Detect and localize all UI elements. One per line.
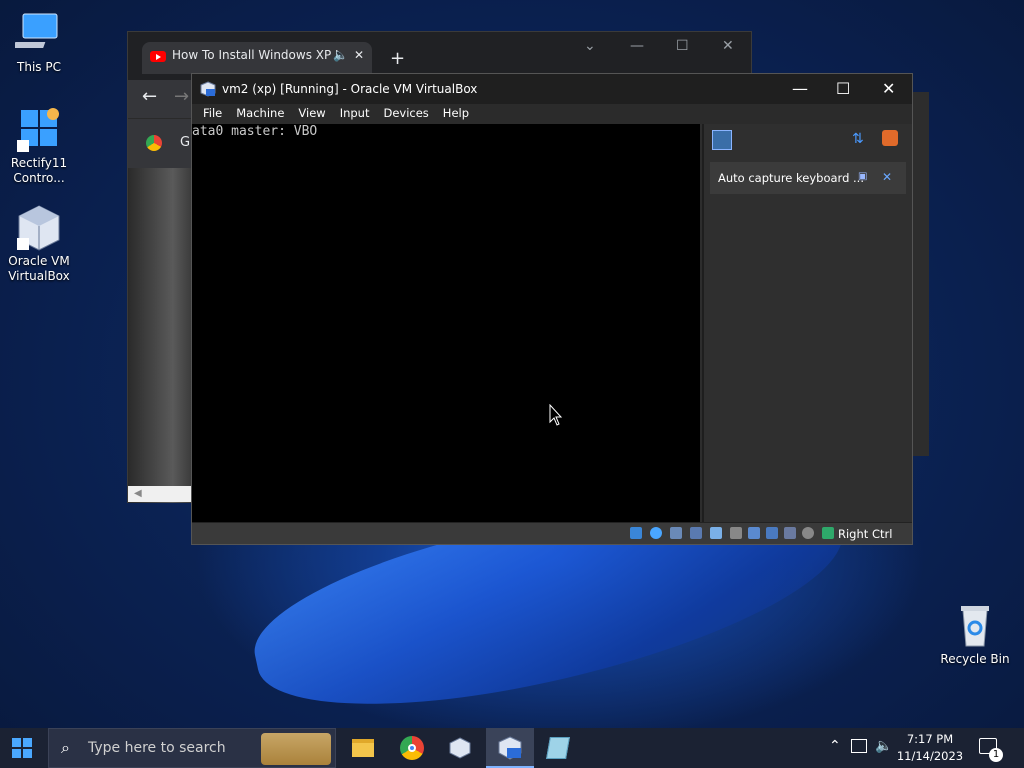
desktop-icon-label: Recycle Bin	[940, 652, 1010, 666]
menu-bar: File Machine View Input Devices Help	[192, 104, 912, 124]
hard-disk-icon[interactable]	[630, 527, 642, 539]
taskbar-chrome[interactable]	[388, 728, 436, 768]
taskbar-notepad[interactable]	[534, 728, 582, 768]
recording-icon[interactable]	[766, 527, 778, 539]
start-button[interactable]	[12, 738, 32, 758]
maximize-icon[interactable]: ☐	[836, 79, 850, 98]
optical-drive-icon[interactable]	[650, 527, 662, 539]
keyboard-capture-icon[interactable]	[822, 527, 834, 539]
chrome-tab-title: How To Install Windows XP I	[172, 48, 339, 62]
chrome-icon	[146, 135, 162, 151]
network-icon[interactable]	[851, 739, 867, 753]
monitor-icon	[13, 10, 63, 58]
close-tab-icon[interactable]: ✕	[354, 48, 364, 62]
recycle-bin-icon	[951, 602, 999, 650]
minimize-icon[interactable]: —	[630, 38, 644, 54]
desktop-icon-rectify11[interactable]: Rectify11 Contro...	[3, 106, 75, 186]
virtualbox-vm-window[interactable]: vm2 (xp) [Running] - Oracle VM VirtualBo…	[191, 73, 913, 545]
folder-icon	[352, 739, 374, 757]
taskbar-vm-window[interactable]	[486, 728, 534, 768]
display-icon[interactable]	[748, 527, 760, 539]
taskbar-virtualbox-manager[interactable]	[436, 728, 484, 768]
virtualbox-xp-icon	[498, 736, 522, 763]
menu-input[interactable]: Input	[333, 104, 377, 124]
taskbar: ⌕ Type here to search ⌃ 🔈 7:17 PM 11/14/…	[0, 728, 1024, 768]
notification-count-badge: 1	[989, 748, 1003, 762]
background-window-scrollbar[interactable]	[913, 92, 929, 456]
chevron-down-icon[interactable]: ⌄	[584, 38, 596, 54]
desktop-icon-label: This PC	[17, 60, 61, 74]
desktop-icon-this-pc[interactable]: This PC	[3, 10, 75, 75]
audio-icon: 🔈	[333, 48, 348, 62]
menu-machine[interactable]: Machine	[229, 104, 291, 124]
window-title: vm2 (xp) [Running] - Oracle VM VirtualBo…	[222, 82, 478, 96]
vt-x-icon[interactable]	[784, 527, 796, 539]
menu-view[interactable]: View	[291, 104, 332, 124]
search-icon: ⌕	[61, 738, 70, 757]
horizontal-scrollbar[interactable]: ◀	[128, 486, 192, 502]
menu-file[interactable]: File	[196, 104, 229, 124]
network-icon[interactable]	[690, 527, 702, 539]
shared-folders-icon[interactable]	[730, 527, 742, 539]
virtualbox-icon	[449, 737, 471, 762]
youtube-icon	[150, 51, 166, 62]
desktop-icon-label: Oracle VM VirtualBox	[8, 254, 70, 283]
host-key-label: Right Ctrl	[838, 527, 893, 541]
virtualbox-icon	[15, 204, 63, 252]
audio-icon[interactable]	[670, 527, 682, 539]
control-panel-icon	[15, 106, 63, 154]
desktop-icon-recycle-bin[interactable]: Recycle Bin	[939, 602, 1011, 667]
chrome-page-content	[128, 168, 192, 503]
close-icon[interactable]: ✕	[882, 79, 895, 98]
dont-show-again-icon[interactable]: ▣	[858, 171, 867, 182]
minimize-icon[interactable]: —	[792, 79, 808, 98]
back-icon[interactable]: ←	[142, 86, 157, 107]
windows-logo-icon	[12, 738, 32, 758]
clear-notifications-icon[interactable]	[882, 130, 898, 146]
clock-date: 11/14/2023	[896, 749, 964, 763]
search-placeholder: Type here to search	[88, 740, 226, 756]
volume-muted-icon[interactable]: 🔈	[875, 738, 892, 754]
new-tab-button[interactable]: +	[390, 48, 405, 69]
maximize-icon[interactable]: ☐	[676, 38, 689, 54]
search-highlight-icon[interactable]	[261, 733, 331, 765]
chrome-tab[interactable]: How To Install Windows XP I 🔈 ✕	[142, 42, 372, 74]
status-bar: Right Ctrl	[192, 522, 912, 544]
vm-console-text: ata0 master: VBO	[192, 124, 318, 139]
notification-pane: ⇅ Auto capture keyboard ... ▣ ✕	[702, 124, 912, 522]
forward-icon[interactable]: →	[174, 86, 189, 107]
notepad-icon	[546, 737, 570, 759]
taskbar-clock[interactable]: 7:17 PM 11/14/2023	[895, 731, 965, 765]
title-bar: vm2 (xp) [Running] - Oracle VM VirtualBo…	[192, 74, 912, 104]
close-icon[interactable]: ✕	[722, 38, 734, 54]
menu-devices[interactable]: Devices	[376, 104, 435, 124]
show-hidden-icons-icon[interactable]: ⌃	[829, 738, 841, 754]
close-notification-icon[interactable]: ✕	[882, 170, 892, 184]
mouse-integration-icon[interactable]	[802, 527, 814, 539]
sort-icon[interactable]: ⇅	[852, 131, 864, 147]
bookmark-label[interactable]: G	[180, 135, 190, 150]
taskbar-file-explorer[interactable]	[338, 728, 386, 768]
usb-icon[interactable]	[710, 527, 722, 539]
notification-text: Auto capture keyboard ...	[718, 171, 864, 185]
desktop-icon-virtualbox[interactable]: Oracle VM VirtualBox	[3, 204, 75, 284]
notification-auto-capture: Auto capture keyboard ... ▣ ✕	[710, 162, 906, 194]
info-icon[interactable]	[712, 130, 732, 150]
desktop-icon-label: Rectify11 Contro...	[10, 156, 68, 185]
scroll-left-icon[interactable]: ◀	[134, 488, 142, 499]
clock-time: 7:17 PM	[906, 732, 954, 746]
menu-help[interactable]: Help	[436, 104, 476, 124]
taskbar-search-box[interactable]: ⌕ Type here to search	[48, 728, 336, 768]
vm-display[interactable]: ata0 master: VBO	[192, 124, 700, 522]
virtualbox-xp-icon	[200, 81, 216, 97]
